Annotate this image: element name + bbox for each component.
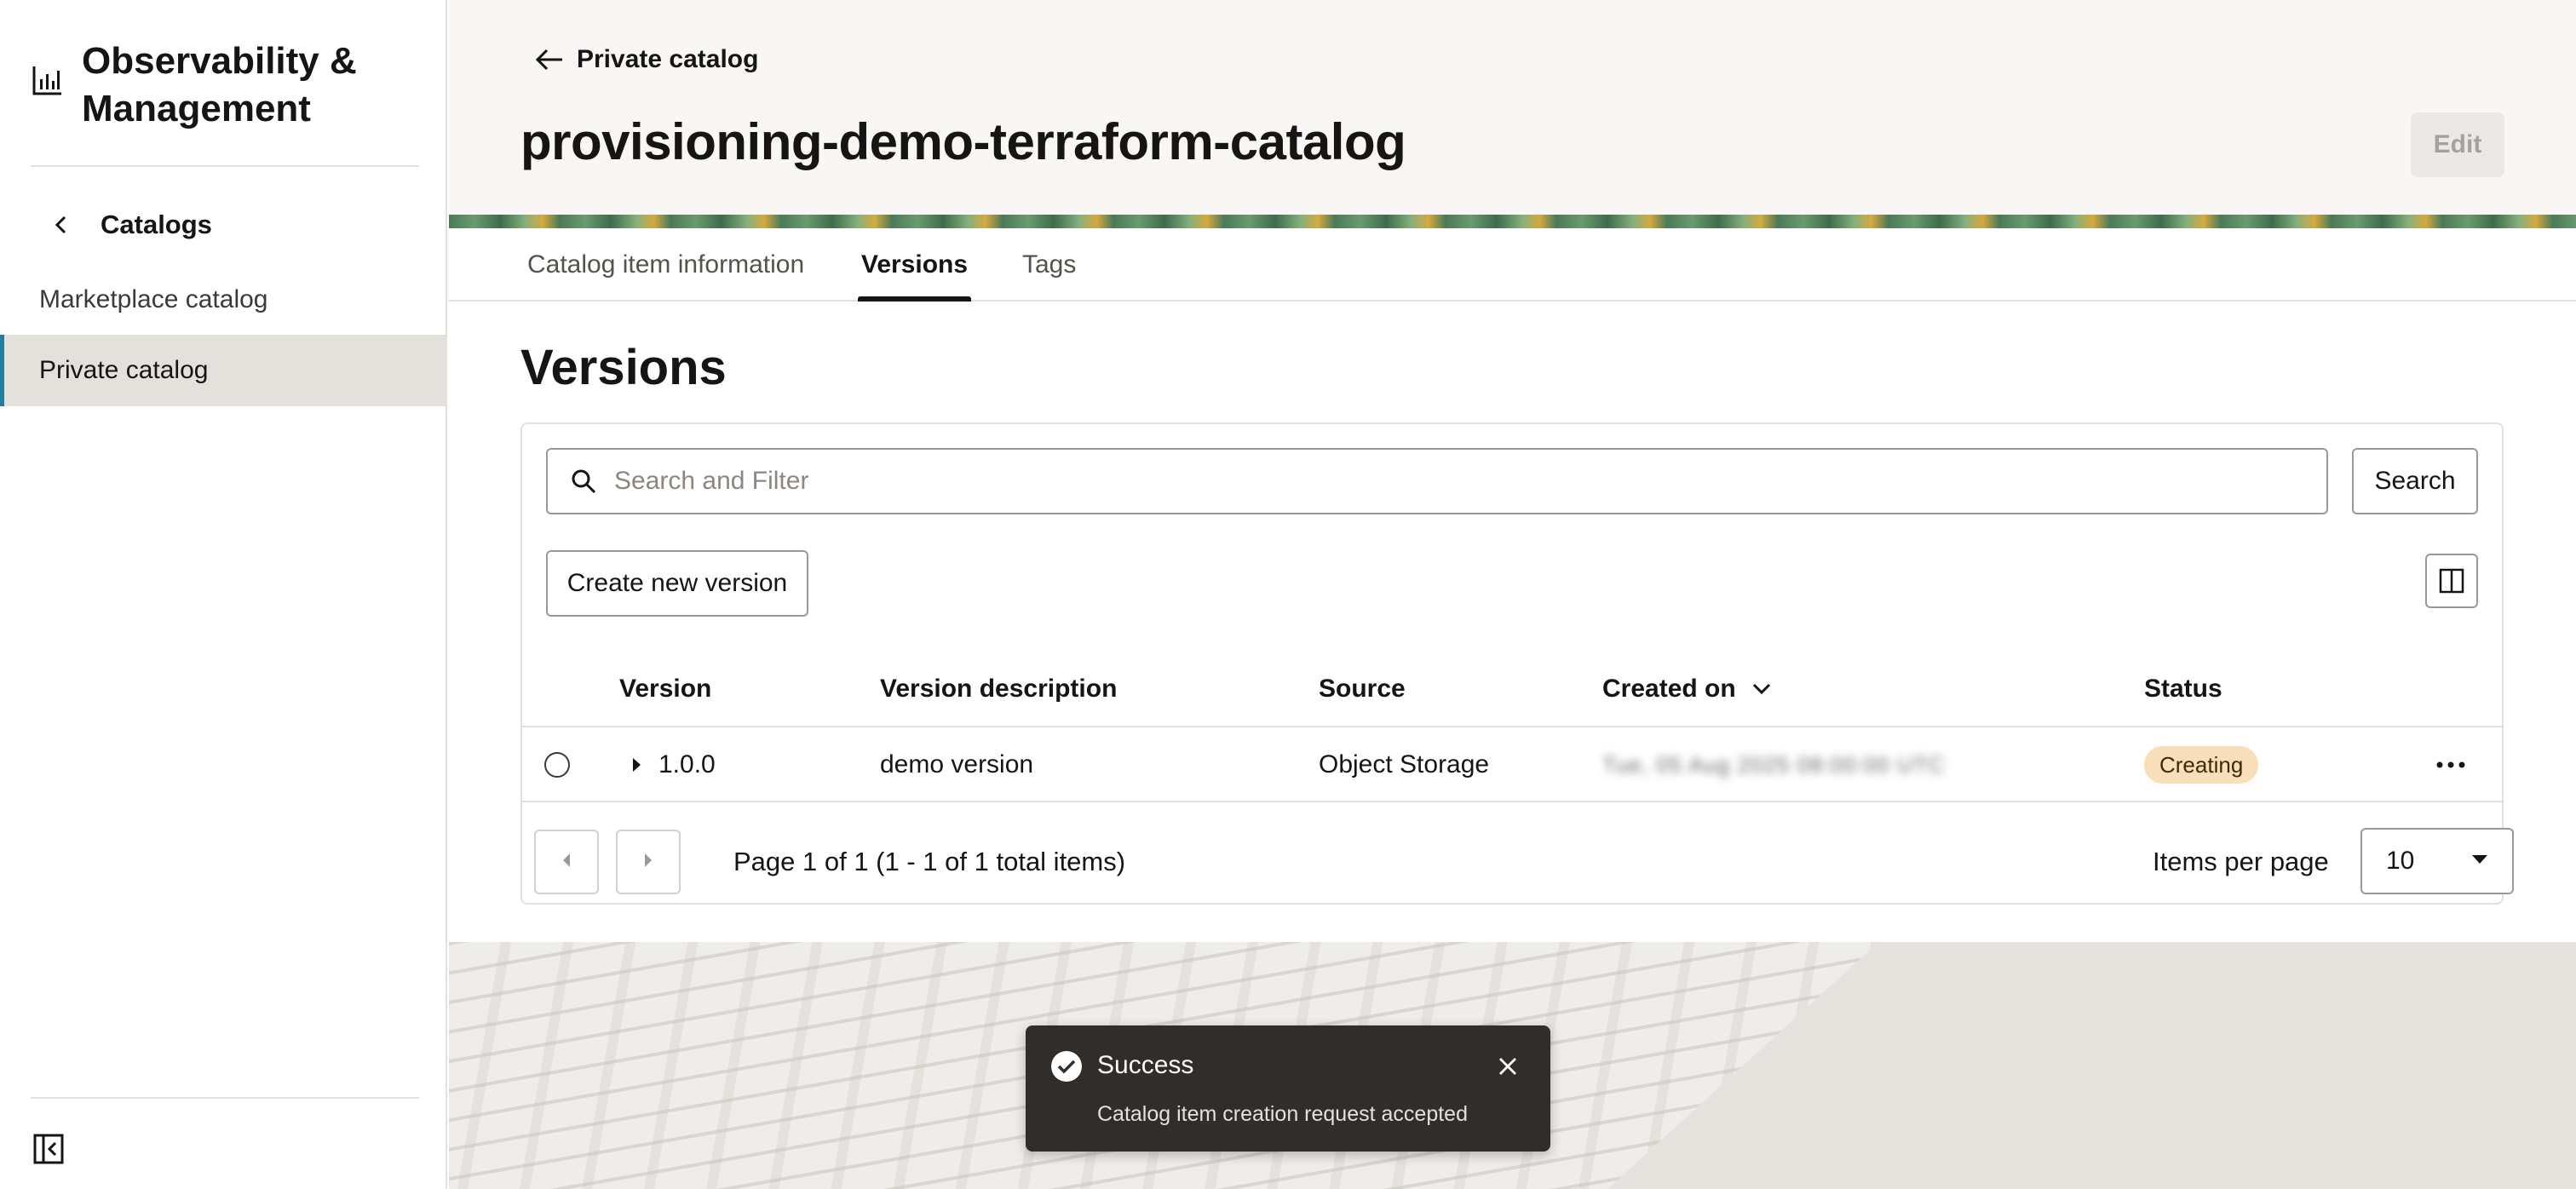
sidebar-item-private-catalog[interactable]: Private catalog bbox=[0, 335, 446, 406]
main-content: Private catalog provisioning-demo-terraf… bbox=[449, 0, 2576, 1189]
items-per-page-label: Items per page bbox=[2153, 847, 2329, 876]
column-header-version[interactable]: Version bbox=[619, 651, 711, 727]
toast-message: Catalog item creation request accepted bbox=[1097, 1102, 1468, 1126]
catalogs-back-link[interactable]: Catalogs bbox=[48, 210, 212, 240]
caret-left-icon bbox=[561, 853, 572, 872]
column-header-status[interactable]: Status bbox=[2144, 651, 2222, 727]
page-info: Page 1 of 1 (1 - 1 of 1 total items) bbox=[733, 847, 1126, 876]
more-actions-icon[interactable] bbox=[2425, 746, 2476, 784]
cell-created-on: Tue, 05 Aug 2025 08:00:00 UTC bbox=[1602, 727, 1945, 802]
items-per-page-select[interactable]: 10 bbox=[2360, 828, 2514, 894]
items-per-page-value: 10 bbox=[2386, 847, 2415, 875]
page-title: provisioning-demo-terraform-catalog bbox=[520, 113, 1406, 170]
status-badge: Creating bbox=[2144, 746, 2259, 784]
analytics-chart-icon bbox=[31, 63, 65, 97]
created-on-value: Tue, 05 Aug 2025 08:00:00 UTC bbox=[1602, 751, 1946, 778]
caret-down-icon bbox=[2471, 853, 2488, 869]
column-layout-icon[interactable] bbox=[2425, 554, 2478, 608]
tab-tags[interactable]: Tags bbox=[1022, 228, 1076, 302]
sidebar-item-marketplace-catalog[interactable]: Marketplace catalog bbox=[0, 264, 446, 336]
sidebar-divider-bottom bbox=[31, 1097, 419, 1099]
versions-section: Versions Search Create new version Versi… bbox=[449, 302, 2576, 942]
check-circle-icon bbox=[1051, 1051, 1082, 1082]
success-toast: Success Catalog item creation request ac… bbox=[1026, 1025, 1550, 1152]
chevron-down-icon[interactable] bbox=[1750, 677, 1774, 701]
column-header-description[interactable]: Version description bbox=[880, 651, 1117, 727]
tab-bar: Catalog item information Versions Tags bbox=[449, 228, 2576, 302]
expand-row-icon[interactable] bbox=[624, 753, 648, 777]
close-icon[interactable] bbox=[1492, 1051, 1523, 1082]
pagination: Page 1 of 1 (1 - 1 of 1 total items) Ite… bbox=[522, 804, 2514, 905]
cell-source: Object Storage bbox=[1319, 750, 1490, 778]
next-page-button[interactable] bbox=[616, 830, 681, 894]
tab-versions[interactable]: Versions bbox=[857, 228, 972, 302]
table-header: Version Version description Source Creat… bbox=[522, 651, 2502, 727]
column-header-source[interactable]: Source bbox=[1319, 651, 1406, 727]
arrow-left-icon bbox=[534, 44, 565, 75]
chevron-left-icon bbox=[48, 211, 75, 238]
search-icon bbox=[566, 464, 601, 498]
create-new-version-button[interactable]: Create new version bbox=[546, 550, 808, 617]
cell-description: demo version bbox=[880, 750, 1034, 778]
caret-right-icon bbox=[643, 853, 653, 872]
column-header-created-on-label: Created on bbox=[1602, 675, 1736, 703]
app-title: Observability & Management bbox=[82, 40, 357, 129]
collapse-sidebar-icon[interactable] bbox=[31, 1131, 66, 1167]
search-filter-field[interactable] bbox=[546, 448, 2328, 514]
row-select-radio[interactable] bbox=[544, 752, 570, 778]
toast-title: Success bbox=[1097, 1051, 1194, 1079]
cell-version: 1.0.0 bbox=[658, 750, 716, 778]
page-header: Private catalog provisioning-demo-terraf… bbox=[449, 0, 2576, 215]
breadcrumb-label: Private catalog bbox=[577, 45, 759, 73]
edit-button[interactable]: Edit bbox=[2411, 112, 2504, 177]
header-banner bbox=[449, 215, 2576, 228]
search-button[interactable]: Search bbox=[2352, 448, 2478, 514]
section-title: Versions bbox=[520, 340, 727, 395]
search-input[interactable] bbox=[614, 467, 2326, 496]
sidebar-divider bbox=[31, 165, 419, 167]
tab-catalog-item-information[interactable]: Catalog item information bbox=[527, 228, 804, 302]
column-header-created-on[interactable]: Created on bbox=[1602, 651, 1774, 727]
breadcrumb-private-catalog[interactable]: Private catalog bbox=[534, 44, 758, 75]
previous-page-button[interactable] bbox=[534, 830, 599, 894]
sidebar: Observability & Management Catalogs Mark… bbox=[0, 0, 447, 1189]
versions-panel: Search Create new version Version Versio… bbox=[520, 422, 2514, 905]
app-brand: Observability & Management bbox=[31, 37, 423, 133]
table-row: 1.0.0 demo version Object Storage Tue, 0… bbox=[522, 727, 2502, 802]
catalogs-back-label: Catalogs bbox=[101, 210, 212, 239]
